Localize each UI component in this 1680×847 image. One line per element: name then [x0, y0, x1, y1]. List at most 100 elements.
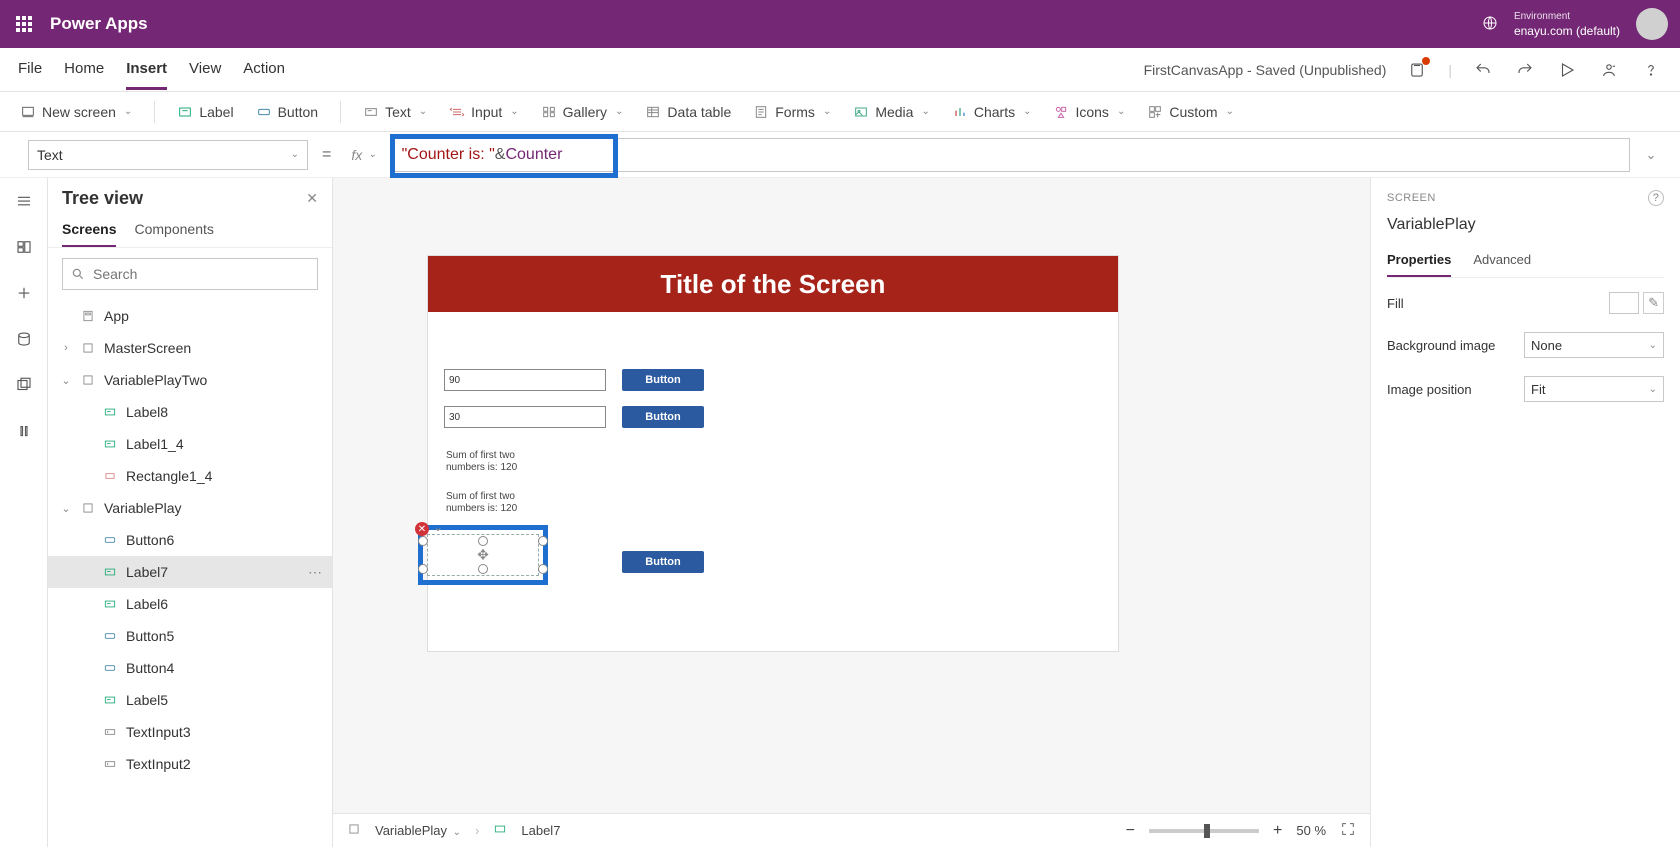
left-rail — [0, 178, 48, 847]
resize-handle[interactable] — [478, 564, 488, 574]
formula-token-string: "Counter is: " — [402, 146, 495, 164]
new-screen-button[interactable]: New screen⌄ — [12, 100, 140, 124]
tree-search[interactable] — [62, 258, 318, 290]
tab-components[interactable]: Components — [134, 213, 213, 247]
environment-value: enayu.com (default) — [1514, 24, 1620, 38]
menu-home[interactable]: Home — [64, 50, 104, 90]
bgimage-select[interactable]: None⌄ — [1524, 332, 1664, 358]
menu-action[interactable]: Action — [243, 50, 285, 90]
menu-file[interactable]: File — [18, 50, 42, 90]
breadcrumb-control[interactable]: Label7 — [521, 823, 560, 838]
fill-color-swatch[interactable] — [1609, 292, 1639, 314]
tree-item-rectangle1-4[interactable]: Rectangle1_4 — [48, 460, 332, 492]
canvas-textinput-2[interactable]: 30 — [444, 406, 606, 428]
prop-imgpos-label: Image position — [1387, 382, 1472, 397]
environment-selector[interactable]: Environment enayu.com (default) — [1514, 10, 1620, 38]
breadcrumb-screen[interactable]: VariablePlay ⌄ — [375, 823, 461, 838]
tree-item-button6[interactable]: Button6 — [48, 524, 332, 556]
hamburger-icon[interactable] — [13, 190, 35, 212]
canvas-textinput-1[interactable]: 90 — [444, 369, 606, 391]
insert-input-dropdown[interactable]: Input⌄ — [441, 100, 527, 124]
formula-expand-icon[interactable]: ⌄ — [1640, 147, 1662, 163]
tree-item-label7[interactable]: Label7⋯ — [48, 556, 332, 588]
resize-handle[interactable] — [478, 536, 488, 546]
property-selector[interactable]: Text ⌄ — [28, 140, 308, 170]
insert-text-dropdown[interactable]: Text⌄ — [355, 100, 435, 124]
data-pane-icon[interactable] — [13, 328, 35, 350]
formula-token-variable: Counter — [505, 146, 562, 164]
properties-help-icon[interactable]: ? — [1648, 190, 1664, 206]
insert-datatable-button[interactable]: Data table — [637, 100, 739, 124]
imgpos-select[interactable]: Fit⌄ — [1524, 376, 1664, 402]
insert-forms-dropdown[interactable]: Forms⌄ — [745, 100, 839, 124]
formula-input[interactable]: "Counter is: " & Counter — [393, 138, 1630, 172]
insert-label-button[interactable]: Label — [169, 100, 241, 124]
app-title: Power Apps — [50, 14, 148, 34]
canvas-button-3[interactable]: Button — [622, 551, 704, 573]
new-screen-label: New screen — [42, 104, 116, 120]
app-checker-icon[interactable] — [1406, 59, 1428, 81]
insert-charts-dropdown[interactable]: Charts⌄ — [944, 100, 1040, 124]
menu-insert[interactable]: Insert — [126, 50, 167, 90]
redo-icon[interactable] — [1514, 59, 1536, 81]
tree-search-input[interactable] — [93, 266, 309, 282]
tree-item-button4[interactable]: Button4 — [48, 652, 332, 684]
zoom-out-button[interactable]: − — [1126, 822, 1135, 840]
canvas-stage[interactable]: Title of the Screen 90 Button 30 Button … — [333, 178, 1370, 813]
tree-view-icon[interactable] — [13, 236, 35, 258]
fill-color-edit-icon[interactable]: ✎ — [1643, 292, 1664, 314]
tab-advanced[interactable]: Advanced — [1473, 244, 1531, 277]
error-badge-icon[interactable]: ✕ — [415, 522, 429, 536]
insert-button-button[interactable]: Button — [248, 100, 326, 124]
tree-item-label8[interactable]: Label8 — [48, 396, 332, 428]
insert-icons-dropdown[interactable]: Icons⌄ — [1045, 100, 1133, 124]
tree-item-textinput2[interactable]: TextInput2 — [48, 748, 332, 780]
selection-chevron-icon[interactable]: ⌄ — [433, 520, 443, 534]
tab-screens[interactable]: Screens — [62, 213, 116, 247]
tree-item-textinput3[interactable]: TextInput3 — [48, 716, 332, 748]
fx-label[interactable]: fx⌄ — [345, 147, 382, 163]
tree-item-label5[interactable]: Label5 — [48, 684, 332, 716]
tree-item-masterscreen[interactable]: ›MasterScreen — [48, 332, 332, 364]
tab-properties[interactable]: Properties — [1387, 244, 1451, 277]
tree-item-button5[interactable]: Button5 — [48, 620, 332, 652]
play-icon[interactable] — [1556, 59, 1578, 81]
help-icon[interactable] — [1640, 59, 1662, 81]
menu-view[interactable]: View — [189, 50, 221, 90]
more-icon[interactable]: ⋯ — [308, 564, 322, 581]
app-launcher-icon[interactable] — [12, 12, 36, 36]
canvas-label-sum1[interactable]: Sum of first two numbers is: 120 — [446, 450, 517, 474]
canvas-label-sum2[interactable]: Sum of first two numbers is: 120 — [446, 491, 517, 515]
insert-pane-icon[interactable] — [13, 282, 35, 304]
environment-icon — [1482, 15, 1498, 34]
canvas-screen[interactable]: Title of the Screen 90 Button 30 Button … — [428, 256, 1118, 651]
undo-icon[interactable] — [1472, 59, 1494, 81]
resize-handle[interactable] — [418, 536, 428, 546]
resize-handle[interactable] — [538, 536, 548, 546]
resize-handle[interactable] — [538, 564, 548, 574]
tree-item-variableplaytwo[interactable]: ⌄VariablePlayTwo — [48, 364, 332, 396]
tree-item-app[interactable]: App — [48, 300, 332, 332]
app-save-status: FirstCanvasApp - Saved (Unpublished) — [1144, 62, 1387, 78]
tree-item-label1-4[interactable]: Label1_4 — [48, 428, 332, 460]
menu-bar: File Home Insert View Action FirstCanvas… — [0, 48, 1680, 92]
move-handle-icon[interactable]: ✥ — [477, 547, 489, 564]
user-avatar[interactable] — [1636, 8, 1668, 40]
resize-handle[interactable] — [418, 564, 428, 574]
tree-item-variableplay[interactable]: ⌄VariablePlay — [48, 492, 332, 524]
insert-custom-dropdown[interactable]: Custom⌄ — [1139, 100, 1242, 124]
fit-to-window-icon[interactable] — [1340, 821, 1356, 840]
tree-item-label6[interactable]: Label6 — [48, 588, 332, 620]
zoom-slider[interactable] — [1149, 829, 1259, 833]
screen-title-bar[interactable]: Title of the Screen — [428, 256, 1118, 312]
close-icon[interactable]: ✕ — [306, 190, 318, 207]
zoom-in-button[interactable]: + — [1273, 822, 1282, 840]
share-icon[interactable] — [1598, 59, 1620, 81]
canvas-button-2[interactable]: Button — [622, 406, 704, 428]
canvas-button-1[interactable]: Button — [622, 369, 704, 391]
media-pane-icon[interactable] — [13, 374, 35, 396]
equals-sign: = — [318, 146, 335, 164]
advanced-tools-icon[interactable] — [13, 420, 35, 442]
insert-gallery-dropdown[interactable]: Gallery⌄ — [533, 100, 632, 124]
insert-media-dropdown[interactable]: Media⌄ — [845, 100, 938, 124]
